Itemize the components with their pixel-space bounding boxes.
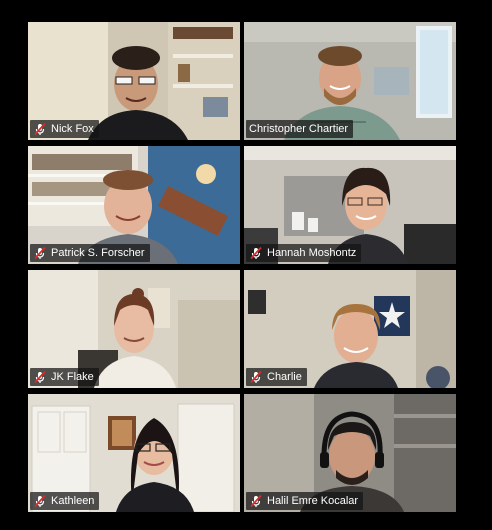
participant-tile-halil-emre-kocalar[interactable]: Halil Emre Kocalar: [244, 394, 456, 512]
participant-name: Christopher Chartier: [249, 123, 349, 135]
participant-tile-hannah-moshontz[interactable]: Hannah Moshontz: [244, 146, 456, 264]
video-gallery: Nick Fox Christopher Chartier Patrick S.…: [28, 22, 456, 512]
participant-tile-nick-fox[interactable]: Nick Fox: [28, 22, 240, 140]
microphone-muted-icon: [34, 246, 46, 260]
name-tag: Nick Fox: [30, 120, 99, 138]
participant-name: Halil Emre Kocalar: [267, 495, 359, 507]
microphone-muted-icon: [34, 494, 46, 508]
participant-tile-christopher-chartier[interactable]: Christopher Chartier: [244, 22, 456, 140]
participant-name: Nick Fox: [51, 123, 94, 135]
name-tag: Kathleen: [30, 492, 100, 510]
participant-name: Hannah Moshontz: [267, 247, 357, 259]
participant-name: Patrick S. Forscher: [51, 247, 145, 259]
name-tag: Charlie: [246, 368, 307, 386]
participant-tile-jk-flake[interactable]: JK Flake: [28, 270, 240, 388]
microphone-muted-icon: [250, 370, 262, 384]
participant-tile-charlie[interactable]: Charlie: [244, 270, 456, 388]
participant-tile-patrick-s-forscher[interactable]: Patrick S. Forscher: [28, 146, 240, 264]
microphone-muted-icon: [34, 370, 46, 384]
microphone-muted-icon: [250, 494, 262, 508]
participant-tile-kathleen[interactable]: Kathleen: [28, 394, 240, 512]
name-tag: JK Flake: [30, 368, 99, 386]
microphone-muted-icon: [34, 122, 46, 136]
participant-name: Kathleen: [51, 495, 95, 507]
participant-name: Charlie: [267, 371, 302, 383]
participant-name: JK Flake: [51, 371, 94, 383]
name-tag: Hannah Moshontz: [246, 244, 362, 262]
name-tag: Patrick S. Forscher: [30, 244, 150, 262]
name-tag: Halil Emre Kocalar: [246, 492, 364, 510]
microphone-muted-icon: [250, 246, 262, 260]
name-tag: Christopher Chartier: [246, 120, 354, 138]
